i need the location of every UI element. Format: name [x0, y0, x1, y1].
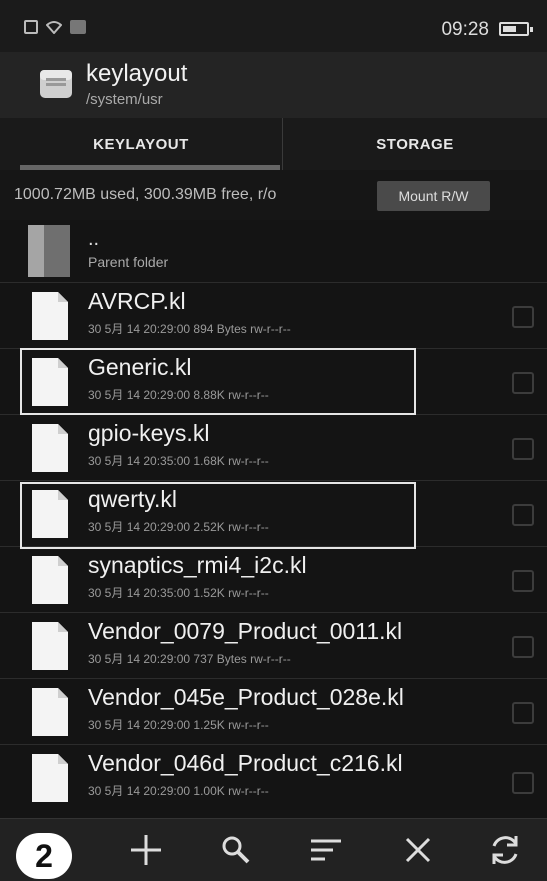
- file-name: synaptics_rmi4_i2c.kl: [88, 552, 307, 578]
- file-row[interactable]: Vendor_0079_Product_0011.kl 30 5月 14 20:…: [0, 612, 547, 679]
- select-checkbox[interactable]: [512, 772, 534, 794]
- select-checkbox[interactable]: [512, 636, 534, 658]
- tab-bar: KEYLAYOUT STORAGE: [0, 118, 547, 171]
- file-meta: 30 5月 14 20:29:00 1.00K rw-r--r--: [88, 784, 269, 798]
- select-checkbox[interactable]: [512, 372, 534, 394]
- file-meta: 30 5月 14 20:29:00 894 Bytes rw-r--r--: [88, 322, 291, 336]
- clock: 09:28: [441, 19, 489, 40]
- file-meta: 30 5月 14 20:29:00 737 Bytes rw-r--r--: [88, 652, 291, 666]
- status-bar: 09:28: [0, 0, 547, 52]
- folder-app-icon[interactable]: [38, 64, 74, 102]
- refresh-button[interactable]: [482, 827, 528, 873]
- select-checkbox[interactable]: [512, 306, 534, 328]
- parent-folder-name: ..: [88, 228, 100, 250]
- battery-icon: [499, 22, 533, 36]
- highlight-box-qwerty: [20, 482, 416, 549]
- parent-folder-row[interactable]: .. Parent folder: [0, 220, 547, 283]
- file-meta: 30 5月 14 20:29:00 1.25K rw-r--r--: [88, 718, 269, 732]
- title-bar: keylayout /system/usr: [0, 52, 547, 118]
- folder-title: keylayout: [86, 60, 188, 87]
- close-button[interactable]: [395, 827, 441, 873]
- add-icon: [131, 835, 161, 865]
- highlight-box-generic: [20, 348, 416, 415]
- file-row[interactable]: Vendor_046d_Product_c216.kl 30 5月 14 20:…: [0, 744, 547, 819]
- file-row[interactable]: Vendor_045e_Product_028e.kl 30 5月 14 20:…: [0, 678, 547, 745]
- file-name: AVRCP.kl: [88, 288, 186, 314]
- sort-icon: [311, 839, 341, 861]
- tab-keylayout[interactable]: KEYLAYOUT: [0, 118, 282, 170]
- file-icon: [32, 688, 68, 736]
- select-checkbox[interactable]: [512, 504, 534, 526]
- file-meta: 30 5月 14 20:35:00 1.68K rw-r--r--: [88, 454, 269, 468]
- file-icon: [32, 622, 68, 670]
- file-name: Vendor_046d_Product_c216.kl: [88, 750, 403, 776]
- select-checkbox[interactable]: [512, 570, 534, 592]
- parent-folder-label: Parent folder: [88, 254, 169, 270]
- refresh-icon: [492, 836, 518, 864]
- folder-icon: [28, 225, 70, 277]
- file-icon: [32, 292, 68, 340]
- add-button[interactable]: [123, 827, 169, 873]
- file-icon: [32, 424, 68, 472]
- search-button[interactable]: [213, 827, 259, 873]
- file-row[interactable]: synaptics_rmi4_i2c.kl 30 5月 14 20:35:00 …: [0, 546, 547, 613]
- close-icon: [405, 837, 431, 863]
- tab-storage[interactable]: STORAGE: [282, 118, 547, 170]
- folder-path: /system/usr: [86, 91, 163, 108]
- file-name: Vendor_045e_Product_028e.kl: [88, 684, 404, 710]
- mount-rw-button[interactable]: Mount R/W: [377, 181, 490, 211]
- file-icon: [32, 556, 68, 604]
- bottom-toolbar: 2: [0, 818, 547, 881]
- search-icon: [222, 836, 250, 864]
- notification-icon: [24, 20, 38, 34]
- wifi-icon: [46, 21, 62, 34]
- file-row[interactable]: gpio-keys.kl 30 5月 14 20:35:00 1.68K rw-…: [0, 414, 547, 481]
- storage-usage: 1000.72MB used, 300.39MB free, r/o: [14, 186, 277, 203]
- select-checkbox[interactable]: [512, 438, 534, 460]
- file-icon: [32, 754, 68, 802]
- file-manager-screen: 09:28 keylayout /system/usr KEYLAYOUT ST…: [0, 0, 547, 881]
- image-icon: [70, 20, 86, 34]
- status-icons: [24, 20, 86, 34]
- select-checkbox[interactable]: [512, 702, 534, 724]
- file-name: Vendor_0079_Product_0011.kl: [88, 618, 403, 644]
- file-meta: 30 5月 14 20:35:00 1.52K rw-r--r--: [88, 586, 269, 600]
- storage-info-bar: 1000.72MB used, 300.39MB free, r/o Mount…: [0, 170, 547, 220]
- step-badge: 2: [16, 833, 72, 879]
- file-row[interactable]: AVRCP.kl 30 5月 14 20:29:00 894 Bytes rw-…: [0, 282, 547, 349]
- sort-button[interactable]: [303, 827, 349, 873]
- file-name: gpio-keys.kl: [88, 420, 210, 446]
